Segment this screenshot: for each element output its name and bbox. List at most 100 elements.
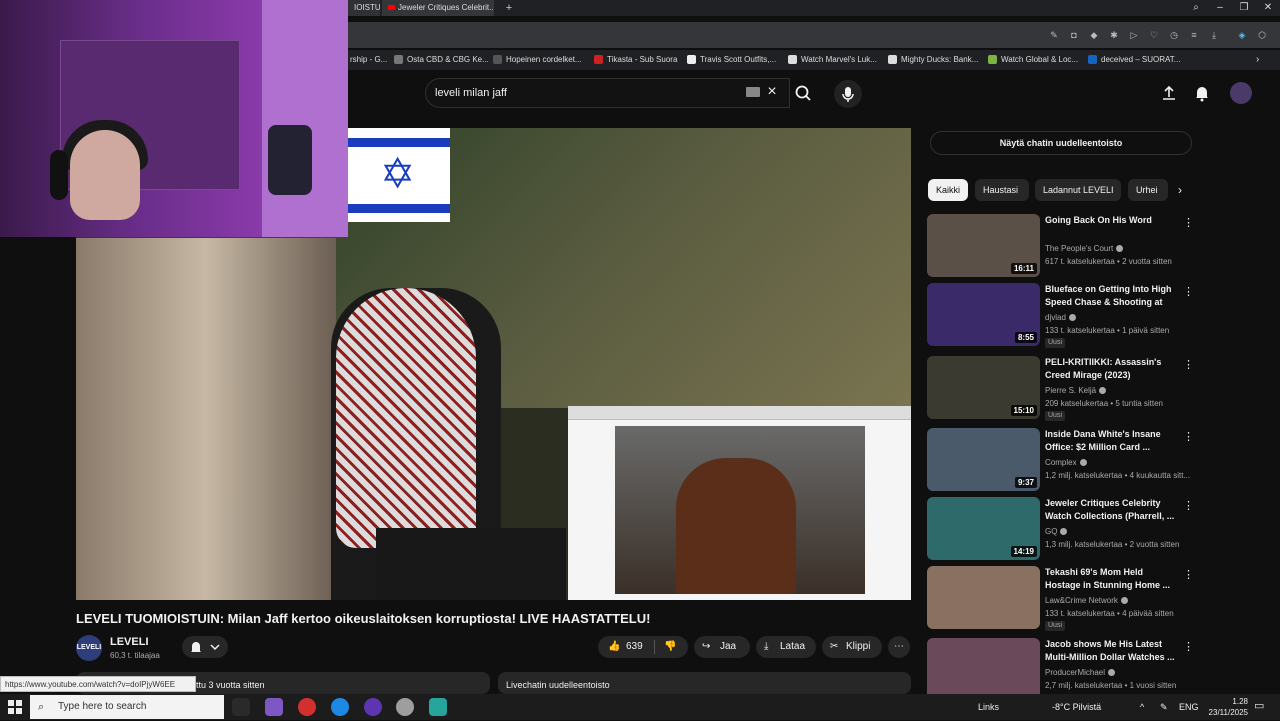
create-upload-icon[interactable] (1160, 84, 1178, 102)
camera-icon[interactable]: ◘ (1068, 29, 1080, 41)
clip-button[interactable]: ✂ Klippi (822, 636, 882, 658)
messenger-icon[interactable] (364, 698, 382, 716)
tray-date[interactable]: 23/11/2025 (1202, 707, 1248, 718)
recommended-video[interactable]: Tekashi 69's Mom Held Hostage in Stunnin… (927, 566, 1194, 631)
more-vert-icon[interactable]: ⋮ (1183, 499, 1194, 513)
notifications-icon[interactable]: ▭ (1254, 698, 1264, 714)
thumbs-up-icon[interactable]: 👍 (608, 636, 620, 658)
recommended-title[interactable]: Going Back On His Word (1045, 214, 1179, 227)
more-vert-icon[interactable]: ⋮ (1183, 285, 1194, 299)
recommended-title[interactable]: PELI-KRITIIKKI: Assassin's Creed Mirage … (1045, 356, 1179, 382)
recommended-title[interactable]: Jeweler Critiques Celebrity Watch Collec… (1045, 497, 1179, 523)
recommended-channel[interactable]: ProducerMichael (1045, 667, 1185, 678)
show-chat-replay-button[interactable]: Näytä chatin uudelleentoisto (930, 131, 1192, 155)
search-button[interactable] (788, 78, 818, 108)
channel-avatar[interactable]: LEVELI (76, 635, 102, 661)
edit-icon[interactable]: ✎ (1048, 29, 1060, 41)
recommended-title[interactable]: Tekashi 69's Mom Held Hostage in Stunnin… (1045, 566, 1179, 592)
recommended-video[interactable]: 15:10 PELI-KRITIIKKI: Assassin's Creed Mi… (927, 356, 1194, 421)
thumbs-down-icon[interactable]: 👎 (664, 636, 676, 658)
notifications-bell-icon[interactable] (1193, 84, 1211, 102)
search-tabs-icon[interactable]: ⌕ (1184, 0, 1208, 16)
video-thumbnail[interactable]: 16:11 (927, 214, 1040, 277)
more-vert-icon[interactable]: ⋮ (1183, 216, 1194, 230)
bookmark[interactable]: Osta CBD & CBG Ke... (394, 53, 488, 67)
bookmark[interactable]: Tikasta - Sub Suora (594, 53, 682, 67)
edge-icon[interactable] (331, 698, 349, 716)
store-app-icon[interactable] (429, 698, 447, 716)
video-thumbnail[interactable]: 9:37 (927, 428, 1040, 491)
browser-tab[interactable]: IOISTUI! (348, 0, 380, 16)
recommended-video[interactable]: 14:19 Jeweler Critiques Celebrity Watch C… (927, 497, 1194, 561)
clear-search-icon[interactable]: × (764, 83, 780, 101)
bookmark[interactable]: Mighty Ducks: Bank... (888, 53, 982, 67)
task-view-icon[interactable] (232, 698, 250, 716)
shield-icon[interactable]: ◆ (1088, 29, 1100, 41)
pen-icon[interactable]: ✎ (1160, 700, 1168, 714)
recommended-title[interactable]: Jacob shows Me His Latest Multi-Million … (1045, 638, 1179, 664)
tray-chevron-icon[interactable]: ^ (1140, 700, 1144, 714)
recommended-title[interactable]: Blueface on Getting Into High Speed Chas… (1045, 283, 1179, 310)
chip-search[interactable]: Haustasi (975, 179, 1029, 201)
menu-icon[interactable]: ≡ (1188, 29, 1200, 41)
copilot-icon[interactable] (265, 698, 283, 716)
more-vert-icon[interactable]: ⋮ (1183, 640, 1194, 654)
chevron-right-icon[interactable]: › (1172, 182, 1188, 198)
extension-icon[interactable]: ✱ (1108, 29, 1120, 41)
recommended-video[interactable]: 9:37 Inside Dana White's Insane Office: $… (927, 428, 1194, 492)
recommended-channel[interactable]: GQ (1045, 526, 1185, 537)
wallet-icon[interactable]: ◈ (1236, 29, 1248, 41)
bookmark[interactable]: rship - G... (350, 53, 390, 67)
recommended-video[interactable]: 8:55 Blueface on Getting Into High Speed … (927, 283, 1194, 348)
voice-search-button[interactable] (834, 80, 862, 108)
bookmarks-overflow-icon[interactable]: › (1256, 53, 1268, 67)
heart-icon[interactable]: ♡ (1148, 29, 1160, 41)
history-icon[interactable]: ◷ (1168, 29, 1180, 41)
recommended-channel[interactable]: Pierre S. Keljä (1045, 385, 1185, 396)
share-button[interactable]: ↪ Jaa (694, 636, 750, 658)
app-icon[interactable] (396, 698, 414, 716)
new-tab-button[interactable]: + (502, 1, 516, 15)
close-window-icon[interactable]: ✕ (1256, 0, 1280, 16)
download-icon[interactable]: ⤓ (1208, 29, 1220, 41)
keyboard-icon[interactable] (746, 87, 760, 97)
bookmark[interactable]: deceived – SUORAT... (1088, 53, 1184, 67)
tray-weather[interactable]: -8°C Pilvistä (1052, 700, 1101, 714)
channel-name[interactable]: LEVELI (110, 635, 149, 649)
windows-start-icon[interactable] (6, 698, 24, 716)
recommended-title[interactable]: Inside Dana White's Insane Office: $2 Mi… (1045, 428, 1179, 454)
recommended-channel[interactable]: Complex (1045, 457, 1185, 468)
settings-cube-icon[interactable]: ⬡ (1256, 29, 1268, 41)
video-thumbnail[interactable]: 14:19 (927, 497, 1040, 560)
video-thumbnail[interactable] (927, 638, 1040, 701)
like-count[interactable]: 639 (626, 636, 643, 658)
recommended-channel[interactable]: djvlad (1045, 312, 1185, 323)
download-button[interactable]: ⤓ Lataa (756, 636, 816, 658)
video-thumbnail[interactable]: 8:55 (927, 283, 1040, 346)
account-avatar[interactable] (1230, 82, 1252, 104)
more-vert-icon[interactable]: ⋮ (1183, 568, 1194, 582)
browser-tab-active[interactable]: Jeweler Critiques Celebrit... (382, 0, 494, 16)
tray-time[interactable]: 1.28 (1202, 696, 1248, 707)
chip-uploaded-by[interactable]: Ladannut LEVELI (1035, 179, 1121, 201)
play-icon[interactable]: ▷ (1128, 29, 1140, 41)
video-thumbnail[interactable]: 15:10 (927, 356, 1040, 419)
subscribed-notifications-button[interactable] (182, 636, 228, 658)
bookmark[interactable]: Watch Marvel's Luk... (788, 53, 880, 67)
restore-icon[interactable]: ❐ (1232, 0, 1256, 16)
bookmark[interactable]: Hopeinen cordelket... (493, 53, 589, 67)
recommended-channel[interactable]: Law&Crime Network (1045, 595, 1185, 606)
more-vert-icon[interactable]: ⋮ (1183, 358, 1194, 372)
search-input[interactable] (435, 85, 735, 101)
minimize-icon[interactable]: – (1208, 0, 1232, 16)
video-thumbnail[interactable] (927, 566, 1040, 629)
tray-links[interactable]: Links (978, 700, 999, 714)
more-actions-button[interactable]: ⋯ (888, 636, 910, 658)
tray-language[interactable]: ENG (1179, 700, 1199, 714)
recommended-video[interactable]: Jacob shows Me His Latest Multi-Million … (927, 638, 1194, 701)
recommended-video[interactable]: 16:11 Going Back On His Word The People's … (927, 214, 1194, 278)
more-vert-icon[interactable]: ⋮ (1183, 430, 1194, 444)
bookmark[interactable]: Watch Global & Loc... (988, 53, 1084, 67)
bookmark[interactable]: Travis Scott Outfits,... (687, 53, 783, 67)
opera-gx-icon[interactable] (298, 698, 316, 716)
